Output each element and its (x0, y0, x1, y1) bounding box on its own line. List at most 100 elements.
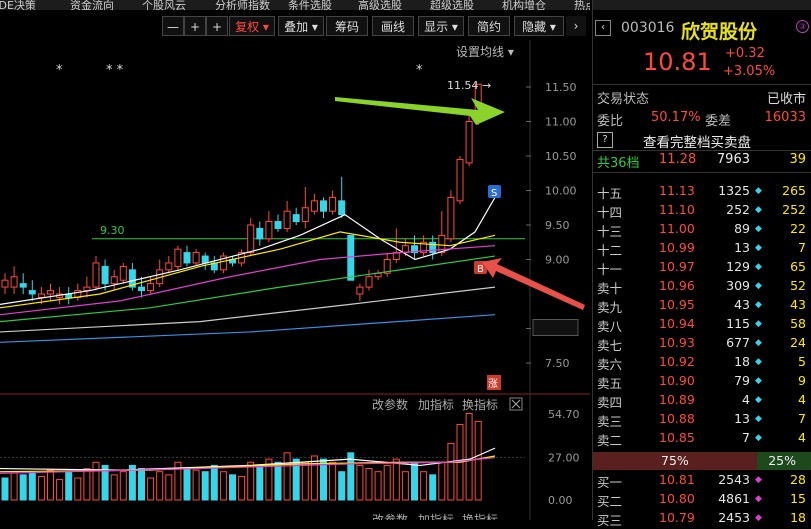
trade-status-value: 已收市 (766, 92, 806, 107)
candle-body (310, 200, 318, 212)
ask-row[interactable]: 十一 10.97 129 ◆ 65 (593, 258, 811, 278)
level-count: 4 (798, 392, 806, 407)
volume-bar (192, 469, 200, 501)
weibi-value: 50.17% (651, 110, 701, 125)
chips-button[interactable]: 筹码 (326, 16, 368, 36)
zoom-in-button[interactable]: + (184, 16, 206, 36)
level-price: 11.13 (659, 183, 695, 198)
ask-row[interactable]: 卖五 10.90 79 ◆ 9 (593, 372, 811, 392)
volume-bar (338, 471, 346, 501)
zoom-out-button[interactable]: — (162, 16, 184, 36)
volume-bar (83, 468, 91, 501)
volume-bar (411, 461, 418, 501)
drawing-button[interactable]: 画线 (372, 16, 414, 36)
ask-row[interactable]: 十三 11.00 89 ◆ 22 (593, 220, 811, 240)
volume-bar (201, 471, 209, 501)
volume-toolbar-item[interactable]: 换指标 (462, 397, 498, 412)
bid-row[interactable]: 买一 10.81 2543 ◆ 28 (593, 471, 811, 491)
diamond-icon: ◆ (755, 338, 762, 348)
candle-body (101, 265, 109, 285)
volume-bar (474, 420, 482, 501)
candle-body (247, 224, 255, 254)
volume-bar (274, 461, 282, 501)
help-icon[interactable]: ? (597, 132, 613, 148)
stock-code: 003016 (621, 20, 675, 36)
top-nav-item[interactable]: 高级选股 (358, 0, 402, 10)
full-orderbook-link[interactable]: 查看完整档买卖盘 (643, 131, 751, 151)
ask-row[interactable]: 卖二 10.85 7 ◆ 4 (593, 429, 811, 449)
level-count: 43 (790, 297, 806, 312)
volume-bar (37, 475, 45, 501)
candle-body (456, 158, 464, 202)
ask-row[interactable]: 卖十 10.96 309 ◆ 52 (593, 277, 811, 297)
level-volume: 2543 (718, 472, 750, 487)
level-price: 10.94 (659, 316, 695, 331)
top-nav-item[interactable]: 热点直击 (574, 0, 590, 10)
level-label: 卖八 (597, 319, 623, 334)
price-axis-label: 9.50 (545, 219, 570, 232)
price-change: +0.32 (725, 46, 765, 61)
level-label: 买一 (597, 475, 623, 490)
volume-toolbar-item[interactable]: 改参数 (372, 397, 408, 412)
candle-body (83, 286, 91, 292)
candle-body (365, 276, 373, 288)
top-nav-item[interactable]: 机构增仓 (502, 0, 546, 10)
level-count: 65 (790, 259, 806, 274)
level-price: 10.79 (659, 510, 695, 525)
fuquan-dropdown[interactable]: 复权 ▾ (229, 16, 275, 36)
level-count: 7 (798, 411, 806, 426)
top-nav-item[interactable]: 个股风云 (142, 0, 186, 10)
price-axis-label: 10.00 (545, 185, 577, 198)
candle-body (256, 227, 264, 240)
level-count: 22 (790, 221, 806, 236)
level-label: 十一 (597, 262, 623, 277)
overlay-dropdown[interactable]: 叠加 ▾ (278, 16, 324, 36)
bid-row[interactable]: 买三 10.79 2453 ◆ 18 (593, 509, 811, 529)
candle-body (1, 279, 9, 288)
hide-dropdown[interactable]: 隐藏 ▾ (514, 16, 564, 36)
ask-row[interactable]: 卖八 10.94 115 ◆ 58 (593, 315, 811, 335)
level-price: 10.80 (659, 491, 695, 506)
top-nav-item[interactable]: 资金流向 (70, 0, 114, 10)
top-nav-item[interactable]: DDE决策 (0, 0, 36, 10)
display-dropdown[interactable]: 显示 ▾ (418, 16, 464, 36)
level-price: 10.96 (659, 278, 695, 293)
kline-chart[interactable]: 11.5011.0010.5010.009.509.008.007.509.30… (0, 40, 590, 520)
more-icon[interactable]: › (566, 16, 586, 36)
level-volume: 4861 (718, 491, 750, 506)
volume-toolbar-item[interactable]: 加指标 (418, 397, 454, 412)
volume-bar (429, 474, 437, 501)
top-nav-item[interactable]: 超级选股 (430, 0, 474, 10)
candle-body (320, 200, 327, 212)
bid-row[interactable]: 买二 10.80 4861 ◆ 15 (593, 490, 811, 510)
volume-bar (47, 469, 54, 501)
candle-body (465, 121, 473, 164)
level-count: 18 (790, 510, 806, 525)
ask-row[interactable]: 卖六 10.92 18 ◆ 5 (593, 353, 811, 373)
level-price: 10.97 (659, 259, 695, 274)
ask-row[interactable]: 十五 11.13 1325 ◆ 265 (593, 182, 811, 202)
diamond-icon: ◆ (755, 319, 762, 329)
chart-toolbar: — + + 复权 ▾ 叠加 ▾ 筹码 画线 显示 ▾ 简约 隐藏 ▾ › (0, 14, 590, 40)
ma-settings-button[interactable]: 设置均线 ▾ (456, 43, 514, 60)
volume-toolbar-item: 换指标 (462, 512, 498, 520)
level-price: 10.92 (659, 354, 695, 369)
simple-button[interactable]: 简约 (468, 16, 510, 36)
volume-bar (401, 471, 409, 501)
candle-body (165, 262, 173, 271)
volume-bar (247, 461, 255, 501)
limit-up-label: 涨 (488, 378, 498, 390)
ask-row[interactable]: 卖七 10.93 677 ◆ 24 (593, 334, 811, 354)
back-icon[interactable]: ‹ (595, 20, 611, 36)
ask-row[interactable]: 卖三 10.88 13 ◆ 7 (593, 410, 811, 430)
crosshair-button[interactable]: + (206, 16, 228, 36)
ask-row[interactable]: 卖四 10.89 4 ◆ 4 (593, 391, 811, 411)
level-count: 58 (790, 316, 806, 331)
ask-row[interactable]: 十二 10.99 13 ◆ 7 (593, 239, 811, 259)
volume-bar (356, 464, 364, 501)
level-count: 52 (790, 278, 806, 293)
ask-row[interactable]: 十四 11.10 252 ◆ 252 (593, 201, 811, 221)
ask-row[interactable]: 卖九 10.95 43 ◆ 43 (593, 296, 811, 316)
top-nav-item[interactable]: 条件选股 (288, 0, 332, 10)
top-nav-item[interactable]: 分析师指数 (215, 0, 270, 10)
